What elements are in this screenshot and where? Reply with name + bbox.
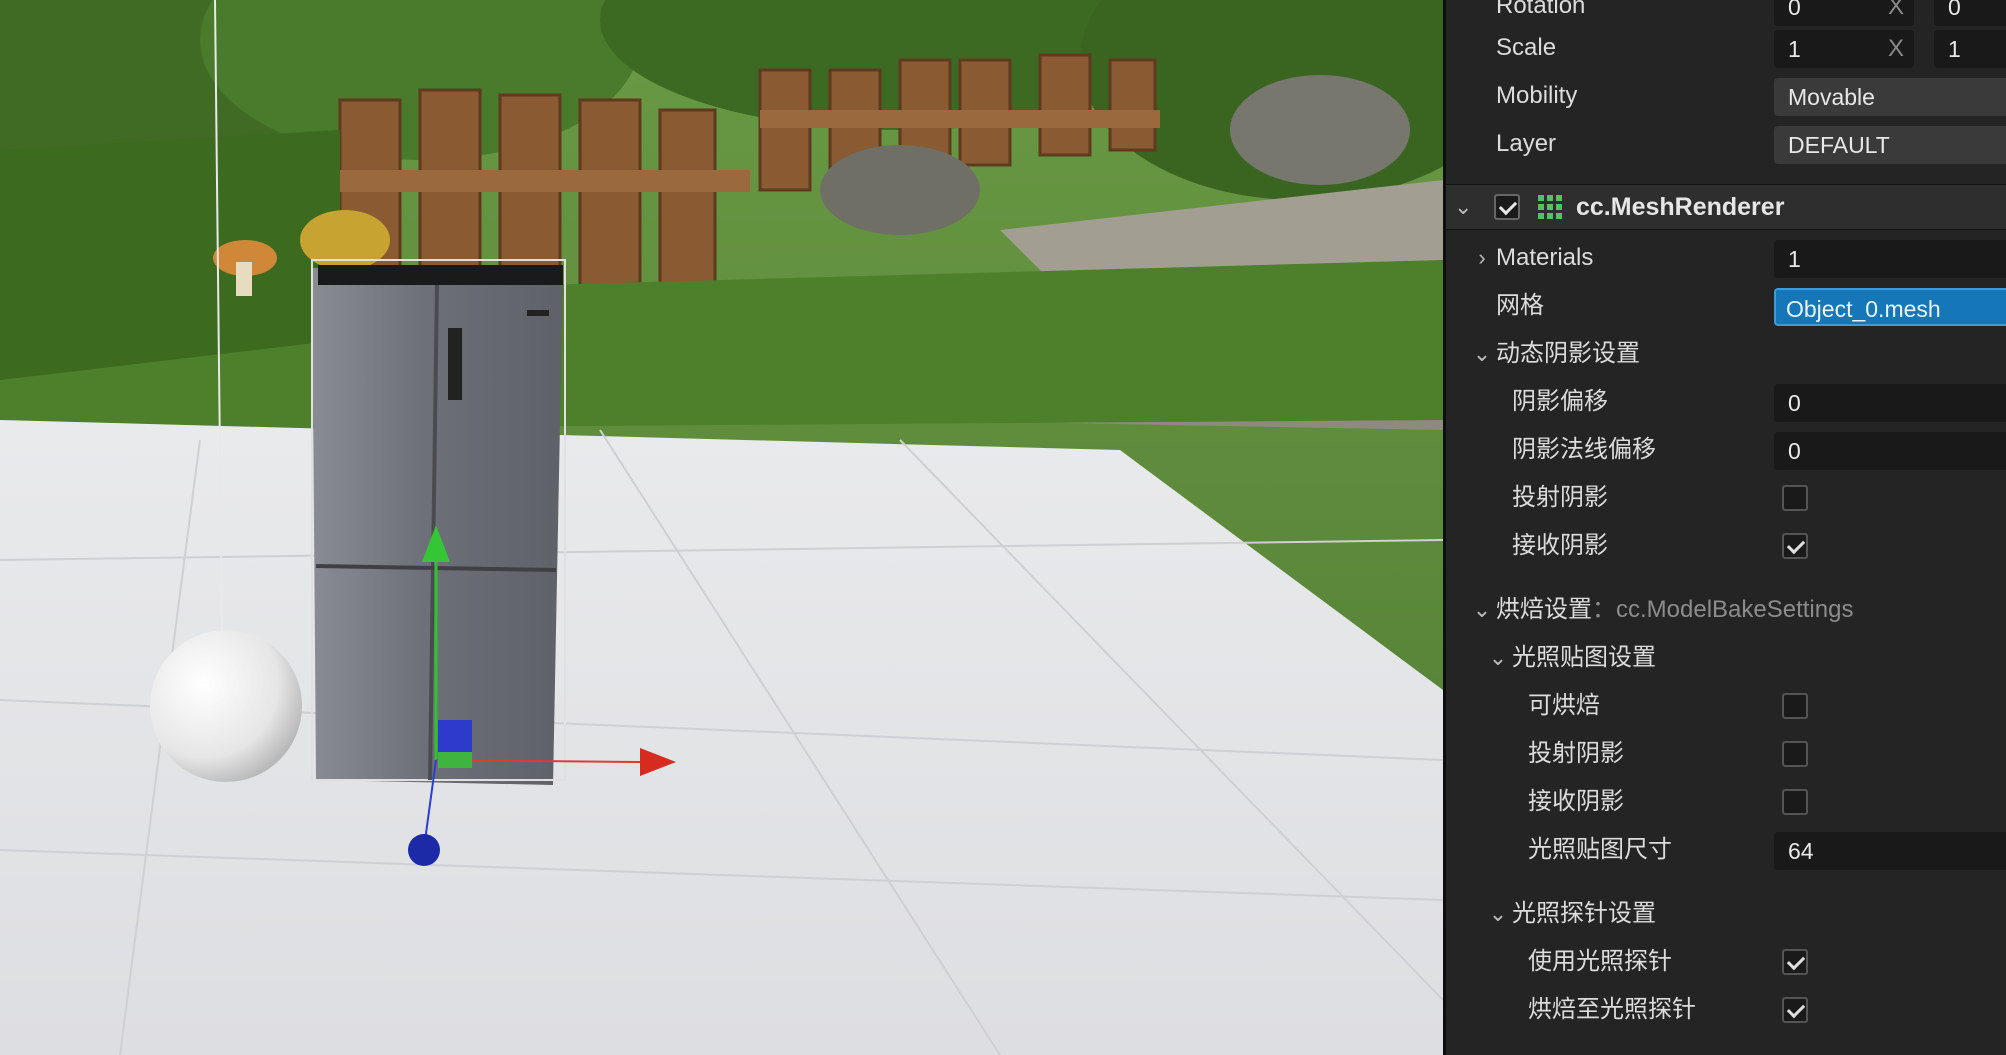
scale-label: Scale bbox=[1496, 34, 1557, 61]
bake-settings-label: 烘焙设置：cc.ModelBakeSettings bbox=[1496, 596, 1854, 623]
shadow-bias-input[interactable]: 0 bbox=[1774, 384, 2006, 422]
shadow-bias-label: 阴影偏移 bbox=[1512, 388, 1608, 415]
chevron-down-icon[interactable]: ⌄ bbox=[1454, 185, 1472, 229]
light-probe-section[interactable]: ⌄ 光照探针设置 bbox=[1446, 890, 2006, 938]
layer-select[interactable]: DEFAULT bbox=[1774, 126, 2006, 164]
receive-shadow-row: 接收阴影 bbox=[1446, 522, 2006, 570]
axis-x-label: X bbox=[1887, 35, 1904, 62]
use-light-probe-row: 使用光照探针 bbox=[1446, 938, 2006, 986]
lightmap-cast-shadow-row: 投射阴影 bbox=[1446, 730, 2006, 778]
materials-count-input[interactable]: 1 bbox=[1774, 240, 2006, 278]
chevron-down-icon[interactable]: ⌄ bbox=[1488, 634, 1508, 682]
rotation-x-input[interactable]: 0 X bbox=[1774, 0, 1914, 26]
bakeable-row: 可烘焙 bbox=[1446, 682, 2006, 730]
bakeable-checkbox[interactable] bbox=[1782, 693, 1808, 719]
mesh-asset-field[interactable]: Object_0.mesh bbox=[1774, 288, 2006, 326]
chevron-down-icon[interactable]: ⌄ bbox=[1472, 330, 1492, 378]
receive-shadow-label: 接收阴影 bbox=[1512, 532, 1608, 559]
layer-label: Layer bbox=[1496, 130, 1557, 157]
materials-label: Materials bbox=[1496, 244, 1594, 271]
chevron-down-icon[interactable]: ⌄ bbox=[1472, 586, 1492, 634]
dynamic-shadow-section[interactable]: ⌄ 动态阴影设置 bbox=[1446, 330, 2006, 378]
lightmap-section[interactable]: ⌄ 光照贴图设置 bbox=[1446, 634, 2006, 682]
bakeable-label: 可烘焙 bbox=[1528, 692, 1600, 719]
mesh-renderer-header[interactable]: ⌄ cc.MeshRenderer bbox=[1446, 184, 2006, 230]
shadow-normal-bias-row: 阴影法线偏移 0 bbox=[1446, 426, 2006, 474]
light-probe-label: 光照探针设置 bbox=[1512, 900, 1656, 927]
cast-shadow-row: 投射阴影 bbox=[1446, 474, 2006, 522]
cast-shadow-checkbox[interactable] bbox=[1782, 485, 1808, 511]
bake-to-probe-checkbox[interactable] bbox=[1782, 997, 1808, 1023]
lightmap-receive-shadow-checkbox[interactable] bbox=[1782, 789, 1808, 815]
component-title: cc.MeshRenderer bbox=[1576, 193, 1785, 221]
lightmap-size-label: 光照贴图尺寸 bbox=[1528, 836, 1672, 863]
bake-to-probe-row: 烘焙至光照探针 bbox=[1446, 986, 2006, 1034]
shadow-normal-bias-label: 阴影法线偏移 bbox=[1512, 436, 1656, 463]
dynamic-shadow-label: 动态阴影设置 bbox=[1496, 340, 1640, 367]
inspector-panel: Rotation 0 X 0 Scale 1 X 1 Mobility Mova… bbox=[1446, 0, 2006, 1055]
chevron-down-icon[interactable]: ⌄ bbox=[1488, 890, 1508, 938]
lightmap-label: 光照贴图设置 bbox=[1512, 644, 1656, 671]
mesh-row: 网格 Object_0.mesh bbox=[1446, 282, 2006, 330]
lightmap-size-input[interactable]: 64 bbox=[1774, 832, 2006, 870]
bake-to-probe-label: 烘焙至光照探针 bbox=[1528, 996, 1696, 1023]
lightmap-size-row: 光照贴图尺寸 64 bbox=[1446, 826, 2006, 874]
bake-settings-section[interactable]: ⌄ 烘焙设置：cc.ModelBakeSettings bbox=[1446, 586, 2006, 634]
receive-shadow-checkbox[interactable] bbox=[1782, 533, 1808, 559]
use-light-probe-checkbox[interactable] bbox=[1782, 949, 1808, 975]
rotation-y-input[interactable]: 0 bbox=[1934, 0, 2006, 26]
shadow-normal-bias-input[interactable]: 0 bbox=[1774, 432, 2006, 470]
lightmap-receive-shadow-row: 接收阴影 bbox=[1446, 778, 2006, 826]
shadow-bias-row: 阴影偏移 0 bbox=[1446, 378, 2006, 426]
layer-row: Layer DEFAULT bbox=[1446, 120, 2006, 168]
lightmap-cast-shadow-checkbox[interactable] bbox=[1782, 741, 1808, 767]
materials-row: › Materials 1 bbox=[1446, 234, 2006, 282]
cast-shadow-label: 投射阴影 bbox=[1512, 484, 1608, 511]
axis-x-label: X bbox=[1887, 0, 1904, 20]
mobility-label: Mobility bbox=[1496, 82, 1578, 109]
use-light-probe-label: 使用光照探针 bbox=[1528, 948, 1672, 975]
lightmap-receive-shadow-label: 接收阴影 bbox=[1528, 788, 1624, 815]
chevron-right-icon[interactable]: › bbox=[1472, 234, 1492, 282]
mobility-select[interactable]: Movable bbox=[1774, 78, 2006, 116]
scene-viewport[interactable] bbox=[0, 0, 1443, 1055]
grid-icon bbox=[1538, 195, 1562, 219]
mobility-row: Mobility Movable bbox=[1446, 72, 2006, 120]
mesh-label: 网格 bbox=[1496, 292, 1544, 319]
component-enabled-checkbox[interactable] bbox=[1494, 194, 1520, 220]
scale-row: Scale 1 X 1 bbox=[1446, 24, 2006, 72]
scale-x-input[interactable]: 1 X bbox=[1774, 30, 1914, 68]
bake-settings-type: cc.ModelBakeSettings bbox=[1616, 596, 1854, 623]
lightmap-cast-shadow-label: 投射阴影 bbox=[1528, 740, 1624, 767]
scale-y-input[interactable]: 1 bbox=[1934, 30, 2006, 68]
